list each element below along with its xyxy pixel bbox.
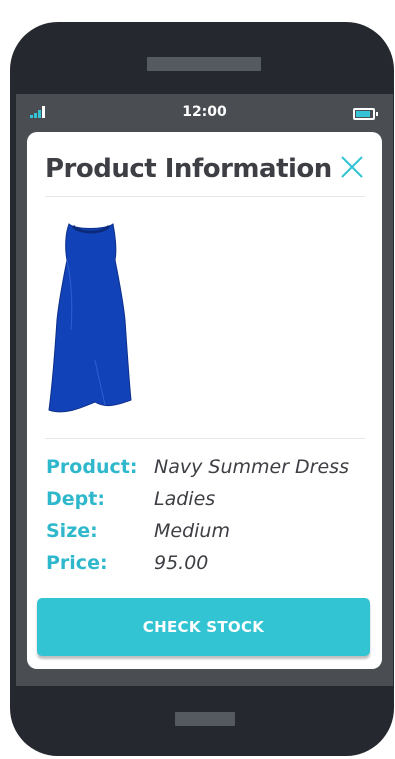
detail-label: Product: <box>46 456 138 478</box>
detail-value: Navy Summer Dress <box>154 456 349 478</box>
detail-label: Price: <box>46 552 108 574</box>
detail-value: Ladies <box>154 488 216 510</box>
image-divider <box>45 438 365 439</box>
close-icon[interactable] <box>337 152 367 182</box>
phone-home-button[interactable] <box>175 712 235 726</box>
phone-speaker <box>147 57 261 71</box>
detail-label: Size: <box>46 520 98 542</box>
battery-icon <box>353 108 378 120</box>
detail-value: Medium <box>154 520 230 542</box>
detail-value: 95.00 <box>154 552 209 574</box>
status-bar: 12:00 <box>16 94 393 132</box>
check-stock-button[interactable]: CHECK STOCK <box>37 598 370 656</box>
title-divider <box>45 196 365 197</box>
status-time: 12:00 <box>182 104 227 120</box>
detail-label: Dept: <box>46 488 105 510</box>
modal-title: Product Information <box>45 154 332 184</box>
dress-image <box>48 223 132 413</box>
product-info-modal: Product Information Product: Navy Summer… <box>27 132 382 669</box>
